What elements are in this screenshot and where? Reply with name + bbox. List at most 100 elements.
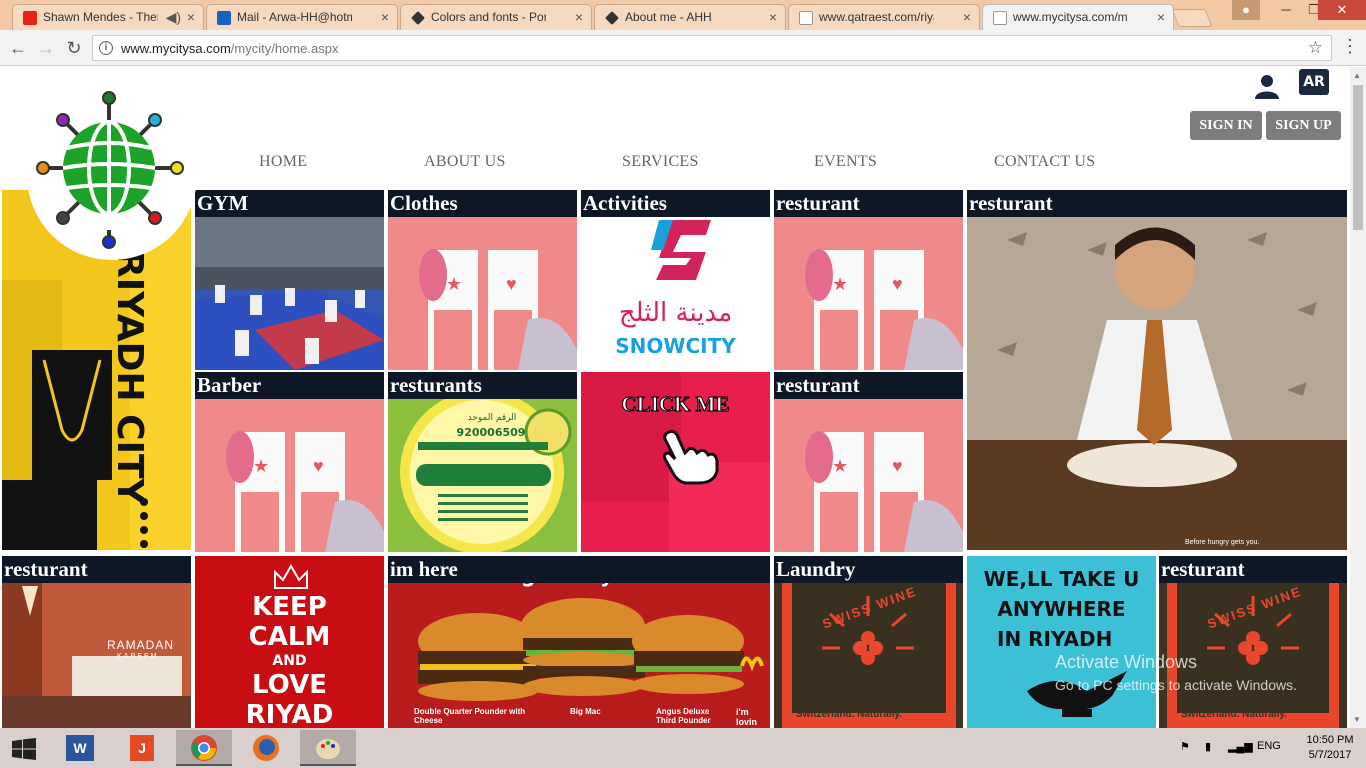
take-you-text: WE,LL TAKE U ANYWHERE IN RIYADH [983,567,1140,651]
new-tab-button[interactable] [1171,9,1213,27]
tile-resturant-featured[interactable]: resturant Before hungry gets you. [967,190,1347,550]
page-icon [993,11,1007,25]
diamond-icon [605,11,619,25]
close-tab-icon[interactable]: × [381,9,389,25]
dominos-tagline: Before hungry gets you. [1185,539,1260,546]
browser-tab-active[interactable]: www.mycitysa.com/myci × [982,4,1174,30]
sign-up-button[interactable]: SIGN UP [1266,111,1341,140]
windows-start-icon[interactable] [12,738,36,760]
page-scrollbar[interactable]: ▲ ▼ [1350,67,1366,728]
network-icon[interactable]: ▂▄▆ [1228,740,1253,753]
click-me-tile[interactable]: CLICK ME [581,372,770,552]
tile-caption: resturant [967,190,1347,217]
speaker-icon[interactable]: ◀) [166,9,181,26]
scroll-up-arrow-icon[interactable]: ▲ [1353,71,1361,80]
hungry-man-image [967,190,1347,550]
svg-text:♥: ♥ [892,274,903,294]
firefox-taskbar-icon[interactable] [238,730,294,766]
close-tab-icon[interactable]: × [575,9,583,25]
close-tab-icon[interactable]: × [1157,9,1165,25]
firefox-icon [253,735,279,761]
snow-city-arabic-text: مدينة الثلج [618,298,733,328]
svg-text:♥: ♥ [506,274,517,294]
profile-icon[interactable]: ● [1232,0,1260,20]
nav-events[interactable]: EVENTS [814,153,877,171]
tile-resturant[interactable]: resturant ★ ♥ [774,190,963,370]
sign-in-button[interactable]: SIGN IN [1190,111,1262,140]
activate-windows-subtitle: Go to PC settings to activate Windows. [1055,677,1297,693]
nav-about-us[interactable]: ABOUT US [424,153,506,171]
tile-caption: resturant [2,556,191,583]
svg-text:★: ★ [446,274,462,294]
flag-icon[interactable]: ⚑ [1180,740,1190,753]
burger-caption: i'm lovin [736,707,758,727]
svg-text:♥: ♥ [313,456,324,476]
system-clock[interactable]: 10:50 PM 5/7/2017 [1300,733,1360,763]
tile-resturant[interactable]: resturant RAMADAN KAREEM [2,556,191,728]
info-icon[interactable]: i [99,41,113,55]
app-taskbar-icon[interactable]: J [114,730,170,766]
clock-time: 10:50 PM [1306,734,1354,746]
browser-tab[interactable]: Shawn Mendes - Ther ◀) × [12,4,204,30]
keep-calm-tile[interactable]: KEEP CALM AND LOVE RIYAD [195,556,384,728]
tile-caption: Laundry [774,556,963,583]
forward-button[interactable]: → [34,36,58,60]
close-window-button[interactable]: ✕ [1318,0,1366,20]
site-logo[interactable] [27,90,197,260]
tile-im-here[interactable]: im here big. beefy. bliss. Double Quarte… [388,556,770,728]
tile-resturant[interactable]: resturant ★ ♥ [774,372,963,552]
user-icon[interactable] [1254,73,1280,99]
menu-icon[interactable]: ⋮ [1340,36,1360,60]
tile-caption: im here [388,556,770,583]
tile-resturants[interactable]: resturants الرقم الموحد 920006509 [388,372,577,552]
swiss-tagline: Switzerland. Naturally. [796,709,902,720]
tile-clothes[interactable]: Clothes ★ ♥ [388,190,577,370]
browser-tab[interactable]: Colors and fonts - Portfo × [400,4,592,30]
youtube-icon [23,11,37,25]
close-tab-icon[interactable]: × [187,9,195,25]
browser-tab[interactable]: About me - AHH × [594,4,786,30]
browser-tab-strip: Shawn Mendes - Ther ◀) × Mail - Arwa-HH@… [0,0,1366,30]
diamond-icon [411,11,425,25]
tile-caption: resturant [774,190,963,217]
nav-services[interactable]: SERVICES [622,153,699,171]
tile-laundry[interactable]: Laundry SWISS WINE Switzerland. Naturall… [774,556,963,728]
kids-chairs-image: ★ ♥ [774,372,963,552]
tile-activities[interactable]: Activities مدينة الثلج SNOWCITY [581,190,770,370]
nav-home[interactable]: HOME [259,153,307,171]
paint-palette-icon [316,739,340,759]
browser-tab[interactable]: www.qatraest.com/riyadh × [788,4,980,30]
address-bar[interactable]: i www.mycitysa.com/mycity/home.aspx ☆ [92,35,1332,61]
tile-resturant[interactable]: resturant SWISS WINE Switzerland. Natura… [1159,556,1347,728]
close-tab-icon[interactable]: × [769,9,777,25]
tile-barber[interactable]: Barber ★ ♥ [195,372,384,552]
back-button[interactable]: ← [6,36,30,60]
battery-icon[interactable]: ▮ [1205,740,1211,753]
input-language[interactable]: ENG [1257,740,1281,752]
tile-caption: Clothes [388,190,577,217]
url-text[interactable]: www.mycitysa.com/mycity/home.aspx [121,41,338,56]
take-you-anywhere-tile[interactable]: WE,LL TAKE U ANYWHERE IN RIYADH [967,556,1156,728]
word-taskbar-icon[interactable]: W [52,730,108,766]
swiss-tagline: Switzerland. Naturally. [1181,709,1287,720]
windows-taskbar: W J ⚑ ▮ ▂▄▆ ENG 10:50 PM 5/7/2017 [0,728,1366,768]
gym-image [195,190,384,370]
web-page: AR SIGN IN SIGN UP HOME ABOUT US SERVICE… [0,67,1350,728]
scrollbar-thumb[interactable] [1353,85,1363,230]
tile-gym[interactable]: GYM [195,190,384,370]
bookmark-star-icon[interactable]: ☆ [1308,38,1323,58]
kids-chairs-image: ★ ♥ [388,190,577,370]
page-icon [799,11,813,25]
browser-tab[interactable]: Mail - Arwa-HH@hotma × [206,4,398,30]
close-tab-icon[interactable]: × [963,9,971,25]
nav-contact-us[interactable]: CONTACT US [994,153,1095,171]
tile-caption: Barber [195,372,384,399]
minimize-button[interactable]: ─ [1272,0,1300,20]
paint-taskbar-icon[interactable] [300,730,356,766]
reload-button[interactable]: ↻ [62,36,86,60]
pointer-hand-icon [663,429,719,485]
scroll-down-arrow-icon[interactable]: ▼ [1353,715,1361,724]
snow-city-english-text: SNOWCITY [615,334,736,358]
arabic-language-button[interactable]: AR [1299,69,1329,95]
chrome-taskbar-icon[interactable] [176,730,232,766]
